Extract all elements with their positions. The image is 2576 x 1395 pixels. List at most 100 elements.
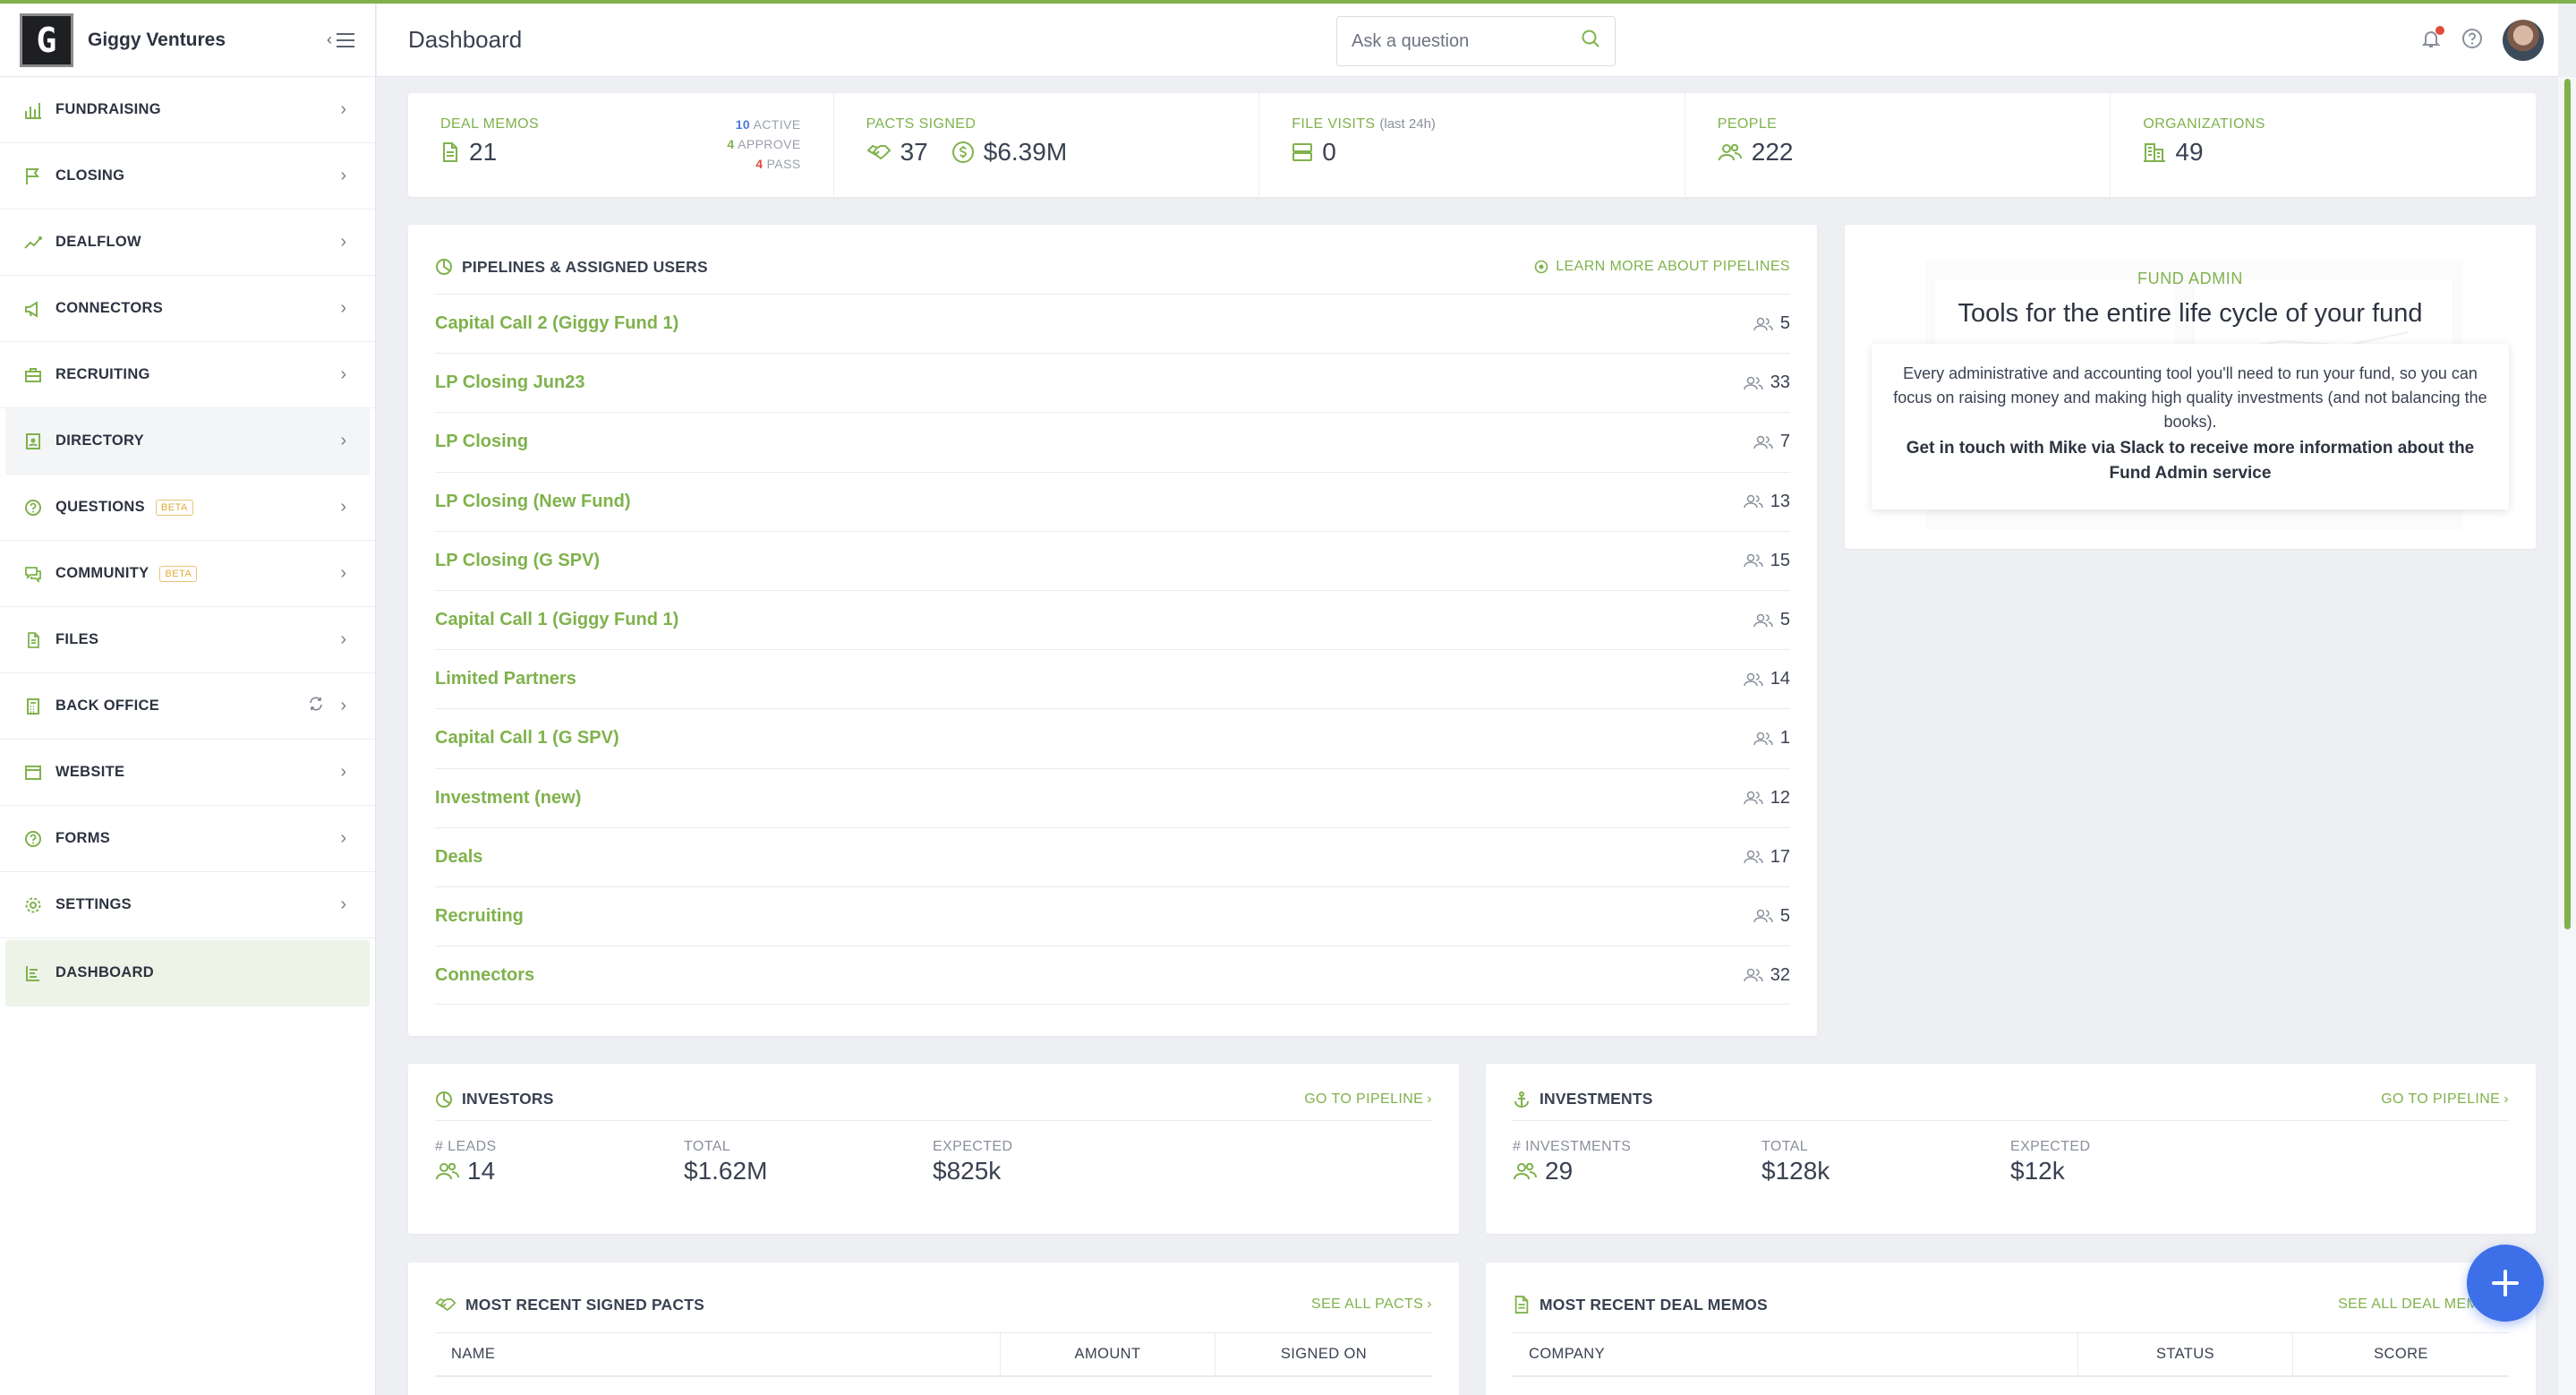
users-icon bbox=[1744, 968, 1763, 982]
fund-admin-popover: Every administrative and accounting tool… bbox=[1872, 344, 2509, 509]
gear-icon bbox=[23, 895, 43, 915]
fund-admin-cta[interactable]: Get in touch with Mike via Slack to rece… bbox=[1888, 436, 2493, 486]
pipeline-name[interactable]: Limited Partners bbox=[435, 669, 576, 689]
leads-value-row: 14 bbox=[435, 1157, 684, 1185]
investments-title: INVESTMENTS bbox=[1540, 1090, 1653, 1108]
pipeline-name[interactable]: LP Closing (G SPV) bbox=[435, 551, 600, 571]
sidebar-item-community[interactable]: COMMUNITY BETA › bbox=[0, 541, 375, 607]
pipeline-row[interactable]: Capital Call 2 (Giggy Fund 1) 5 bbox=[435, 294, 1790, 353]
pipeline-name[interactable]: Deals bbox=[435, 847, 482, 868]
brand-logo[interactable]: G bbox=[20, 13, 73, 67]
go-to-pipeline-link[interactable]: GO TO PIPELINE › bbox=[1304, 1091, 1432, 1108]
sidebar-item-fundraising[interactable]: FUNDRAISING › bbox=[0, 77, 375, 143]
sidebar-item-label: COMMUNITY bbox=[55, 565, 149, 581]
users-icon bbox=[1744, 494, 1763, 509]
page-title: Dashboard bbox=[408, 26, 523, 53]
pipeline-name[interactable]: LP Closing (New Fund) bbox=[435, 492, 631, 512]
pipeline-name[interactable]: LP Closing bbox=[435, 432, 528, 452]
pipeline-name[interactable]: Capital Call 1 (Giggy Fund 1) bbox=[435, 610, 678, 630]
search-input[interactable] bbox=[1352, 30, 1566, 52]
stat-file-visits[interactable]: FILE VISITS (last 24h) 0 bbox=[1259, 93, 1685, 197]
sync-icon[interactable] bbox=[308, 696, 324, 716]
sidebar-item-label: SETTINGS bbox=[55, 896, 132, 912]
column-header[interactable]: SCORE bbox=[2293, 1333, 2509, 1375]
total-stat: TOTAL $1.62M bbox=[684, 1139, 933, 1185]
chevron-right-icon: › bbox=[340, 431, 346, 450]
stat-people[interactable]: PEOPLE 222 bbox=[1685, 93, 2111, 197]
pipeline-row[interactable]: LP Closing (G SPV) 15 bbox=[435, 530, 1790, 590]
investments-card: INVESTMENTS GO TO PIPELINE › # INVESTMENT… bbox=[1486, 1064, 2536, 1234]
brand-header: G Giggy Ventures ‹ bbox=[0, 4, 375, 77]
pipeline-name[interactable]: LP Closing Jun23 bbox=[435, 372, 584, 393]
sidebar-item-directory[interactable]: DIRECTORY › bbox=[5, 408, 370, 475]
learn-more-pipelines-link[interactable]: LEARN MORE ABOUT PIPELINES bbox=[1534, 259, 1790, 275]
form-icon bbox=[23, 829, 43, 849]
column-header[interactable]: COMPANY bbox=[1513, 1333, 2078, 1375]
column-header[interactable]: AMOUNT bbox=[1001, 1333, 1215, 1375]
sidebar-item-dashboard[interactable]: DASHBOARD bbox=[5, 940, 370, 1006]
pipeline-icon bbox=[436, 259, 452, 275]
see-all-pacts-link[interactable]: SEE ALL PACTS › bbox=[1311, 1297, 1432, 1313]
chevron-right-icon: › bbox=[1427, 1297, 1432, 1312]
sidebar-item-label: FUNDRAISING bbox=[55, 101, 161, 117]
sidebar-item-recruiting[interactable]: RECRUITING › bbox=[0, 342, 375, 408]
pipeline-row[interactable]: Connectors 32 bbox=[435, 946, 1790, 1006]
sidebar-item-closing[interactable]: CLOSING › bbox=[0, 143, 375, 210]
trend-icon bbox=[23, 233, 43, 252]
help-icon[interactable] bbox=[2461, 28, 2483, 54]
pipeline-row[interactable]: LP Closing Jun23 33 bbox=[435, 353, 1790, 412]
pipeline-user-count: 14 bbox=[1744, 669, 1790, 689]
pipeline-name[interactable]: Investment (new) bbox=[435, 788, 581, 809]
sidebar-item-files[interactable]: FILES › bbox=[0, 607, 375, 673]
pipeline-row[interactable]: Recruiting 5 bbox=[435, 886, 1790, 946]
fund-admin-card[interactable]: FUND ADMIN Tools for the entire life cyc… bbox=[1845, 225, 2536, 549]
play-circle-icon bbox=[1534, 260, 1548, 274]
pipeline-user-count-value: 14 bbox=[1770, 669, 1790, 689]
stat-pacts[interactable]: PACTS SIGNED 37 $6.39M bbox=[834, 93, 1260, 197]
sidebar-item-back-office[interactable]: BACK OFFICE › bbox=[0, 673, 375, 740]
pipeline-name[interactable]: Capital Call 2 (Giggy Fund 1) bbox=[435, 313, 678, 334]
bell-icon[interactable] bbox=[2420, 25, 2444, 54]
pipeline-row[interactable]: Capital Call 1 (Giggy Fund 1) 5 bbox=[435, 589, 1790, 649]
pipeline-name[interactable]: Connectors bbox=[435, 965, 534, 986]
pipeline-user-count: 12 bbox=[1744, 788, 1790, 809]
add-fab-button[interactable] bbox=[2467, 1245, 2544, 1322]
avatar[interactable] bbox=[2503, 20, 2544, 61]
pipeline-row[interactable]: Investment (new) 12 bbox=[435, 767, 1790, 827]
pipeline-user-count: 17 bbox=[1744, 847, 1790, 868]
scrollbar-thumb[interactable] bbox=[2564, 79, 2571, 929]
pipeline-row[interactable]: LP Closing 7 bbox=[435, 412, 1790, 471]
investments-stats: # INVESTMENTS 29 TOTAL $128k EXPECTED $1… bbox=[1513, 1139, 2509, 1185]
pipeline-row[interactable]: LP Closing (New Fund) 13 bbox=[435, 471, 1790, 531]
header-actions bbox=[2401, 20, 2544, 61]
column-header[interactable]: STATUS bbox=[2078, 1333, 2293, 1375]
calculator-icon bbox=[23, 697, 43, 716]
stat-deal-memos[interactable]: DEAL MEMOS 21 10 ACTIVE 4 APPROVE 4 PASS bbox=[408, 93, 834, 197]
investments-count-label: # INVESTMENTS bbox=[1513, 1139, 1632, 1154]
sidebar-item-website[interactable]: WEBSITE › bbox=[0, 740, 375, 806]
column-header[interactable]: NAME bbox=[435, 1333, 1001, 1375]
search-box[interactable] bbox=[1336, 16, 1616, 66]
go-to-pipeline-link[interactable]: GO TO PIPELINE › bbox=[2381, 1091, 2509, 1108]
sidebar-item-settings[interactable]: SETTINGS › bbox=[0, 872, 375, 938]
sidebar-item-connectors[interactable]: CONNECTORS › bbox=[0, 276, 375, 342]
stat-organizations[interactable]: ORGANIZATIONS 49 bbox=[2111, 93, 2536, 197]
server-icon bbox=[1292, 143, 1313, 161]
pipeline-user-count-value: 33 bbox=[1770, 372, 1790, 393]
pipeline-row[interactable]: Deals 17 bbox=[435, 826, 1790, 886]
expected-value: $12k bbox=[2010, 1157, 2065, 1185]
sidebar-item-questions[interactable]: QUESTIONS BETA › bbox=[0, 475, 375, 541]
pipeline-row[interactable]: Capital Call 1 (G SPV) 1 bbox=[435, 708, 1790, 767]
pipeline-user-count: 5 bbox=[1753, 610, 1790, 630]
sidebar-item-dealflow[interactable]: DEALFLOW › bbox=[0, 210, 375, 276]
column-header[interactable]: SIGNED ON bbox=[1215, 1333, 1432, 1375]
pipeline-user-count: 33 bbox=[1744, 372, 1790, 393]
pipeline-name[interactable]: Recruiting bbox=[435, 906, 524, 927]
collapse-sidebar-button[interactable]: ‹ bbox=[327, 30, 355, 49]
search-icon[interactable] bbox=[1581, 29, 1600, 54]
pipeline-row[interactable]: Limited Partners 14 bbox=[435, 649, 1790, 708]
pipeline-user-count-value: 5 bbox=[1779, 313, 1790, 334]
recent-memos-header: MOST RECENT DEAL MEMOS SEE ALL DEAL MEMO… bbox=[1513, 1289, 2509, 1320]
pipeline-name[interactable]: Capital Call 1 (G SPV) bbox=[435, 728, 619, 749]
sidebar-item-forms[interactable]: FORMS › bbox=[0, 806, 375, 872]
